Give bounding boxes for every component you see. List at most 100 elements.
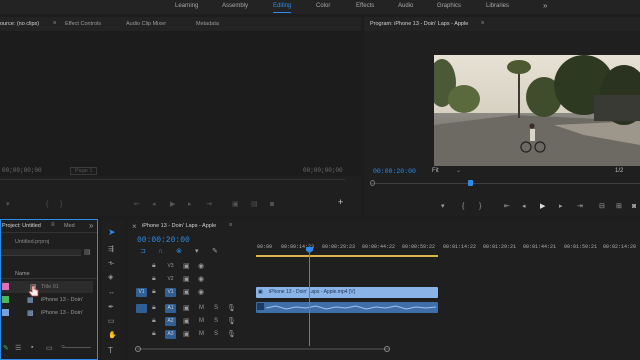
source-marker-icon[interactable]: ▾	[6, 201, 10, 208]
add-marker-icon[interactable]: ▾	[195, 248, 199, 255]
project-new-bin-icon[interactable]: ▤	[84, 248, 91, 256]
source-menu-icon[interactable]: ≡	[53, 20, 56, 26]
program-mark-in-icon[interactable]: {	[462, 203, 464, 210]
source-step-back-icon[interactable]: ◂	[152, 201, 156, 208]
source-scrubber[interactable]	[0, 179, 345, 180]
tab-media[interactable]: Med	[64, 223, 75, 229]
tab-metadata[interactable]: Metadata	[196, 21, 219, 27]
work-area-bar[interactable]	[256, 255, 438, 257]
source-overwrite-icon[interactable]: ▤	[251, 201, 258, 208]
pen-tool-icon[interactable]: ✒	[108, 304, 114, 311]
tab-effect-controls[interactable]: Effect Controls	[65, 21, 101, 27]
source-mark-in-icon[interactable]: {	[46, 201, 48, 208]
track-label[interactable]: A2	[165, 317, 176, 326]
program-title[interactable]: Program: iPhone 13 - Doin' Laps - Apple	[370, 21, 468, 27]
project-more-icon[interactable]: »	[89, 221, 93, 230]
zoom-slider-handle-icon[interactable]: ○	[61, 344, 65, 350]
workspace-effects[interactable]: Effects	[356, 3, 374, 9]
hand-tool-icon[interactable]: ✋	[108, 332, 117, 339]
project-menu-icon[interactable]: ≡	[51, 222, 55, 228]
rectangle-tool-icon[interactable]: ▭	[108, 318, 115, 325]
program-extract-icon[interactable]: ⊞	[616, 203, 622, 210]
timeline-menu-icon[interactable]: ≡	[229, 222, 232, 228]
source-mark-out-icon[interactable]: }	[60, 201, 62, 208]
program-step-forward-icon[interactable]: ▸	[559, 203, 563, 210]
voiceover-mic-icon[interactable]: 🎙︎	[227, 304, 236, 312]
tab-audio-clip-mixer[interactable]: Audio Clip Mixer	[126, 21, 166, 27]
tab-project[interactable]: Project: Untitled	[2, 223, 41, 229]
slip-tool-icon[interactable]: ↔	[108, 289, 115, 296]
writable-pencil-icon[interactable]: ✎	[3, 344, 9, 352]
program-lift-icon[interactable]: ⊟	[599, 203, 605, 210]
track-label[interactable]: V1	[165, 288, 176, 297]
track-lock-icon[interactable]: 🔒︎	[152, 317, 156, 325]
program-scrubber[interactable]	[370, 183, 640, 184]
source-export-frame-icon[interactable]: ◙	[270, 201, 274, 208]
track-label[interactable]: V2	[165, 275, 176, 284]
ripple-edit-tool-icon[interactable]: ⟛	[108, 260, 114, 267]
source-play-icon[interactable]: ▶	[170, 201, 175, 208]
list-item[interactable]: ▩ iPhone 13 - Doin'	[1, 307, 93, 319]
program-export-frame-icon[interactable]: ◙	[632, 203, 636, 210]
sync-lock-icon[interactable]: ▣	[183, 275, 190, 283]
workspace-libraries[interactable]: Libraries	[486, 3, 509, 9]
track-lock-icon[interactable]: 🔒︎	[152, 304, 156, 312]
solo-button[interactable]: S	[214, 305, 218, 311]
linked-selection-icon[interactable]: ⊗	[176, 248, 182, 255]
tab-sequence[interactable]: iPhone 13 - Doin' Laps - Apple	[142, 223, 216, 229]
razor-tool-icon[interactable]: ◈	[108, 274, 113, 281]
program-step-back-icon[interactable]: ◂	[522, 203, 526, 210]
track-eye-icon[interactable]: ◉	[198, 275, 204, 283]
track-select-tool-icon[interactable]: ⇶	[108, 246, 114, 253]
workspace-learning[interactable]: Learning	[175, 3, 198, 9]
source-step-forward-icon[interactable]: ▸	[188, 201, 192, 208]
voiceover-mic-icon[interactable]: 🎙︎	[227, 330, 236, 338]
program-marker-icon[interactable]: ▾	[441, 203, 445, 210]
sync-lock-icon[interactable]: ▣	[183, 288, 190, 296]
source-patch-a1[interactable]	[136, 304, 147, 313]
workspace-graphics[interactable]: Graphics	[437, 3, 461, 9]
type-tool-icon[interactable]: T	[108, 347, 113, 355]
scrollbar-start-handle[interactable]	[135, 346, 141, 352]
sync-lock-icon[interactable]: ▣	[183, 262, 190, 270]
program-playhead[interactable]	[468, 180, 473, 186]
program-menu-icon[interactable]: ≡	[481, 20, 484, 26]
snap-icon[interactable]: ∩	[158, 248, 163, 255]
video-clip[interactable]: ▣ iPhone 13 - Doin' Laps - Apple.mp4 [V]	[256, 287, 438, 298]
program-go-out-icon[interactable]: ⇥	[577, 203, 583, 210]
program-play-icon[interactable]: ▶	[540, 203, 545, 210]
workspace-editing[interactable]: Editing	[273, 3, 292, 13]
project-name-header[interactable]: Name	[15, 271, 30, 277]
mute-button[interactable]: M	[199, 318, 204, 324]
program-mark-out-icon[interactable]: }	[479, 203, 481, 210]
zoom-slider[interactable]	[63, 347, 91, 348]
timeline-scrollbar[interactable]	[137, 348, 389, 350]
workspace-color[interactable]: Color	[316, 3, 330, 9]
workspace-audio[interactable]: Audio	[398, 3, 413, 9]
mute-button[interactable]: M	[199, 305, 204, 311]
program-go-in-icon[interactable]: ⇤	[504, 203, 510, 210]
freeform-view-icon[interactable]: ▭	[46, 344, 53, 352]
insert-nest-icon[interactable]: ⊐	[140, 248, 146, 255]
track-label[interactable]: A1	[165, 304, 176, 313]
sync-lock-icon[interactable]: ▣	[183, 317, 190, 325]
fit-chevron-down-icon[interactable]: ⌄	[456, 167, 461, 174]
voiceover-mic-icon[interactable]: 🎙︎	[227, 317, 236, 325]
sync-lock-icon[interactable]: ▣	[183, 304, 190, 312]
sync-lock-icon[interactable]: ▣	[183, 330, 190, 338]
track-lock-icon[interactable]: 🔒︎	[152, 275, 156, 283]
scrollbar-end-handle[interactable]	[384, 346, 390, 352]
track-eye-icon[interactable]: ◉	[198, 288, 204, 296]
more-workspaces-icon[interactable]: »	[543, 1, 547, 10]
icon-view-icon[interactable]: ▪	[31, 344, 33, 351]
list-item[interactable]: ▣ Title 01	[1, 281, 93, 293]
program-scrub-start[interactable]	[370, 180, 375, 186]
track-lock-icon[interactable]: 🔒︎	[152, 330, 156, 338]
audio-clip[interactable]	[256, 302, 438, 313]
source-go-in-icon[interactable]: ⇤	[134, 201, 140, 208]
track-label[interactable]: A3	[165, 330, 176, 339]
solo-button[interactable]: S	[214, 331, 218, 337]
source-insert-icon[interactable]: ▣	[232, 201, 239, 208]
track-lock-icon[interactable]: 🔒︎	[152, 288, 156, 296]
source-patch-v1[interactable]: V1	[136, 288, 147, 297]
